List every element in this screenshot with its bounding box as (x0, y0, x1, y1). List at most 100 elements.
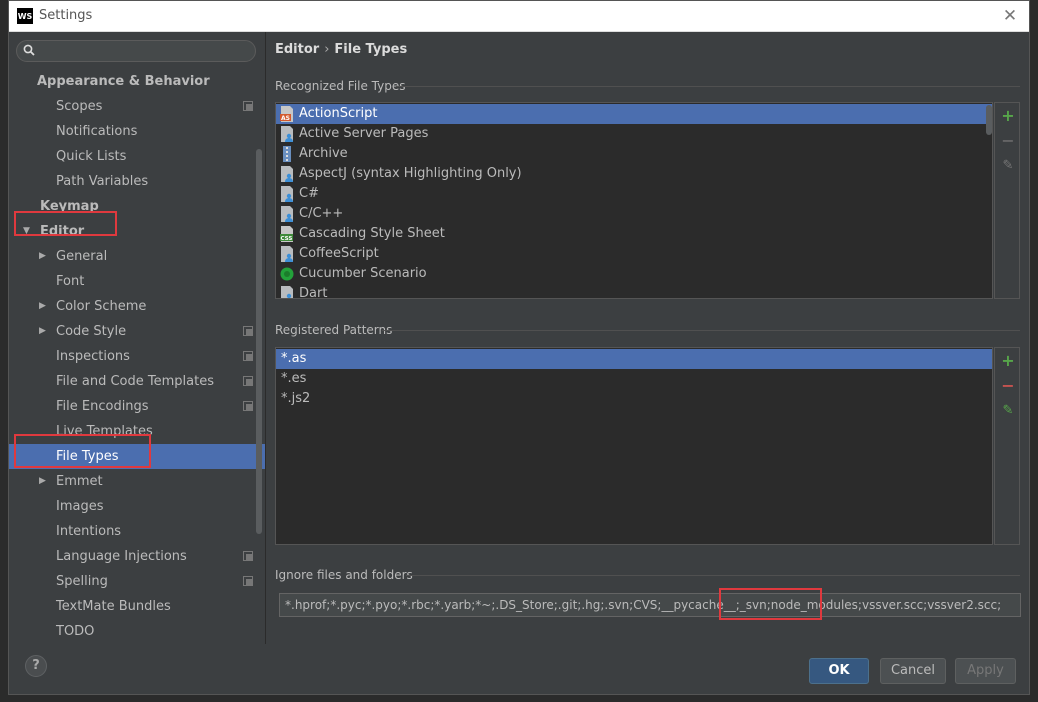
file-type-row[interactable]: Dart (276, 284, 992, 299)
highlight-editor (14, 211, 117, 236)
pattern-label: *.as (281, 351, 307, 366)
file-type-label: Cucumber Scenario (299, 266, 427, 281)
nav-item-emmet[interactable]: ▶ Emmet (9, 469, 265, 494)
settings-search-input[interactable] (16, 40, 256, 62)
nav-item-label: Code Style (56, 324, 127, 339)
nav-item-general[interactable]: ▶ General (9, 244, 265, 269)
cancel-button[interactable]: Cancel (880, 658, 946, 684)
pattern-row[interactable]: *.es (276, 369, 992, 389)
nav-item-label: Path Variables (56, 174, 149, 189)
nav-item-label: Scopes (56, 99, 103, 114)
pattern-row[interactable]: *.as (276, 349, 992, 369)
nav-item-code-style[interactable]: ▶ Code Style (9, 319, 265, 344)
add-file-type-button[interactable]: + (1001, 108, 1015, 124)
search-icon (23, 44, 35, 56)
nav-item-label: Quick Lists (56, 149, 127, 164)
project-scope-icon (243, 401, 253, 411)
apply-button[interactable]: Apply (955, 658, 1016, 684)
pattern-label: *.js2 (281, 391, 311, 406)
breadcrumb-current: File Types (334, 42, 408, 57)
file-person-icon (280, 186, 294, 202)
collapse-arrow-icon[interactable]: ▶ (39, 319, 46, 344)
nav-item-label: Emmet (56, 474, 103, 489)
collapse-arrow-icon[interactable]: ▶ (39, 469, 46, 494)
ok-button[interactable]: OK (809, 658, 869, 684)
file-type-row[interactable]: Active Server Pages (276, 124, 992, 144)
nav-item-label: Notifications (56, 124, 138, 139)
file-person-icon (280, 286, 294, 298)
collapse-arrow-icon[interactable]: ▶ (39, 294, 46, 319)
section-separator (382, 330, 1020, 331)
file-type-label: C/C++ (299, 206, 344, 221)
remove-file-type-button[interactable]: − (1001, 133, 1015, 149)
edit-file-type-button[interactable]: ✎ (1001, 159, 1015, 173)
file-type-label: Dart (299, 286, 328, 299)
nav-item-quick-lists[interactable]: Quick Lists (9, 144, 265, 169)
project-scope-icon (243, 576, 253, 586)
nav-item-intentions[interactable]: Intentions (9, 519, 265, 544)
nav-item-font[interactable]: Font (9, 269, 265, 294)
file-type-row[interactable]: Archive (276, 144, 992, 164)
file-type-label: Active Server Pages (299, 126, 429, 141)
pattern-row[interactable]: *.js2 (276, 389, 992, 409)
highlight-node-modules (719, 588, 822, 620)
file-type-label: AspectJ (syntax Highlighting Only) (299, 166, 522, 181)
nav-item-label: Font (56, 274, 85, 289)
nav-item-notifications[interactable]: Notifications (9, 119, 265, 144)
nav-item-todo[interactable]: TODO (9, 619, 265, 644)
nav-item-textmate-bundles[interactable]: TextMate Bundles (9, 594, 265, 619)
nav-item-inspections[interactable]: Inspections (9, 344, 265, 369)
file-type-label: Archive (299, 146, 348, 161)
nav-item-path-variables[interactable]: Path Variables (9, 169, 265, 194)
project-scope-icon (243, 351, 253, 361)
nav-item-label: File Encodings (56, 399, 149, 414)
project-scope-icon (243, 376, 253, 386)
recognized-file-types-list[interactable]: AS ActionScript Active Server Pages Archive… (275, 102, 993, 299)
archive-icon (280, 146, 294, 162)
help-button[interactable]: ? (25, 655, 47, 677)
file-type-row[interactable]: C# (276, 184, 992, 204)
nav-item-color-scheme[interactable]: ▶ Color Scheme (9, 294, 265, 319)
ignore-files-input[interactable]: *.hprof;*.pyc;*.pyo;*.rbc;*.yarb;*~;.DS_… (279, 593, 1021, 617)
breadcrumb: Editor › File Types (275, 42, 407, 57)
settings-dialog: WS Settings ✕ Appearance & Behavior Scope… (8, 0, 1030, 695)
file-type-row[interactable]: C/C++ (276, 204, 992, 224)
nav-item-label: Inspections (56, 349, 130, 364)
nav-item-label: Spelling (56, 574, 108, 589)
nav-item-label: Intentions (56, 524, 122, 539)
remove-pattern-button[interactable]: − (1001, 378, 1015, 394)
actionscript-icon: AS (280, 106, 294, 122)
highlight-file-types (14, 434, 151, 468)
add-pattern-button[interactable]: + (1001, 353, 1015, 369)
file-type-row[interactable]: CoffeeScript (276, 244, 992, 264)
close-icon[interactable]: ✕ (999, 5, 1021, 27)
file-type-label: C# (299, 186, 319, 201)
file-types-toolbar: + − ✎ (994, 102, 1020, 299)
collapse-arrow-icon[interactable]: ▶ (39, 244, 46, 269)
file-type-row[interactable]: Cucumber Scenario (276, 264, 992, 284)
css-icon: CSS (280, 226, 294, 242)
nav-item-file-and-code-templates[interactable]: File and Code Templates (9, 369, 265, 394)
recognized-file-types-title: Recognized File Types (275, 79, 406, 93)
pattern-label: *.es (281, 371, 307, 386)
section-separator (406, 575, 1020, 576)
window-title: Settings (39, 8, 93, 23)
nav-item-file-encodings[interactable]: File Encodings (9, 394, 265, 419)
nav-item-spelling[interactable]: Spelling (9, 569, 265, 594)
nav-item-language-injections[interactable]: Language Injections (9, 544, 265, 569)
nav-item-appearance-behavior[interactable]: Appearance & Behavior (9, 69, 265, 94)
nav-item-images[interactable]: Images (9, 494, 265, 519)
file-types-scrollbar[interactable] (986, 105, 992, 135)
edit-pattern-button[interactable]: ✎ (1001, 404, 1015, 418)
file-type-row[interactable]: CSS Cascading Style Sheet (276, 224, 992, 244)
file-person-icon (280, 206, 294, 222)
file-type-row[interactable]: AS ActionScript (276, 104, 992, 124)
nav-item-scopes[interactable]: Scopes (9, 94, 265, 119)
file-type-row[interactable]: AspectJ (syntax Highlighting Only) (276, 164, 992, 184)
registered-patterns-list[interactable]: *.as *.es *.js2 (275, 347, 993, 545)
nav-item-label: General (56, 249, 108, 264)
registered-patterns-title: Registered Patterns (275, 323, 393, 337)
splitter[interactable] (265, 32, 266, 644)
nav-scrollbar[interactable] (256, 149, 262, 534)
breadcrumb-parent: Editor (275, 42, 320, 57)
